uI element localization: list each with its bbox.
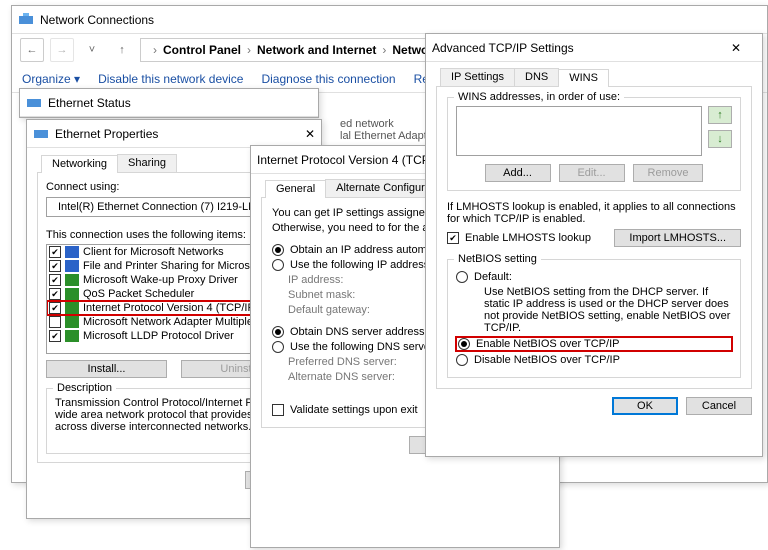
ethernet-status-title: Ethernet Status bbox=[48, 96, 131, 110]
tab-dns[interactable]: DNS bbox=[514, 68, 559, 86]
ethernet-status-window: Ethernet Status bbox=[19, 88, 319, 118]
diagnose-button[interactable]: Diagnose this connection bbox=[261, 72, 395, 86]
wins-addresses-label: WINS addresses, in order of use: bbox=[454, 91, 624, 103]
checkbox-icon[interactable]: ✔ bbox=[49, 302, 61, 314]
netbios-disable-radio[interactable]: Disable NetBIOS over TCP/IP bbox=[456, 354, 732, 366]
adapter-name: Intel(R) Ethernet Connection (7) I219-LM bbox=[58, 201, 257, 213]
radio-icon bbox=[272, 341, 284, 353]
breadcrumb-item[interactable]: Network and Internet bbox=[257, 43, 376, 57]
advanced-title: Advanced TCP/IP Settings bbox=[432, 41, 574, 55]
ethernet-props-title: Ethernet Properties bbox=[55, 127, 158, 141]
netbios-legend: NetBIOS setting bbox=[454, 253, 541, 265]
subnet-label: Subnet mask: bbox=[288, 289, 408, 301]
organize-menu[interactable]: Organize ▾ bbox=[22, 72, 80, 86]
radio-icon bbox=[272, 259, 284, 271]
wins-list[interactable] bbox=[456, 106, 702, 156]
advanced-tcpip-window: Advanced TCP/IP Settings ✕ IP Settings D… bbox=[425, 33, 763, 457]
checkbox-icon[interactable]: ✔ bbox=[49, 288, 61, 300]
network-icon bbox=[33, 126, 49, 142]
history-dropdown[interactable]: ˅ bbox=[80, 38, 104, 62]
netbios-default-desc: Use NetBIOS setting from the DHCP server… bbox=[456, 286, 732, 334]
netbios-default-radio[interactable]: Default: bbox=[456, 271, 732, 283]
validate-checkbox[interactable]: Validate settings upon exit bbox=[272, 404, 418, 416]
cancel-button[interactable]: Cancel bbox=[686, 397, 752, 415]
breadcrumb-item[interactable]: Control Panel bbox=[163, 43, 241, 57]
component-icon bbox=[65, 302, 79, 314]
remove-button: Remove bbox=[633, 164, 704, 182]
move-up-button[interactable]: ↑ bbox=[708, 106, 732, 124]
component-icon bbox=[65, 330, 79, 342]
up-button[interactable]: ↑ bbox=[110, 38, 134, 62]
checkbox-icon[interactable]: ✔ bbox=[49, 246, 61, 258]
ethernet-status-titlebar: Ethernet Status bbox=[20, 89, 318, 117]
tab-general[interactable]: General bbox=[265, 180, 326, 198]
tab-ip-settings[interactable]: IP Settings bbox=[440, 68, 515, 86]
close-icon[interactable]: ✕ bbox=[305, 127, 315, 141]
disable-device-button[interactable]: Disable this network device bbox=[98, 72, 243, 86]
ok-button[interactable]: OK bbox=[612, 397, 678, 415]
import-lmhosts-button[interactable]: Import LMHOSTS... bbox=[614, 229, 741, 247]
component-icon bbox=[65, 274, 79, 286]
radio-icon bbox=[458, 338, 470, 350]
checkbox-icon[interactable]: ✔ bbox=[49, 260, 61, 272]
list-item-label: Microsoft LLDP Protocol Driver bbox=[83, 330, 234, 342]
checkbox-icon[interactable]: ✔ bbox=[49, 274, 61, 286]
checkbox-icon[interactable] bbox=[49, 316, 61, 328]
advanced-tabset: IP Settings DNS WINS bbox=[436, 68, 752, 87]
radio-icon bbox=[456, 354, 468, 366]
bg-adapter-text: ed network lal Ethernet Adapter bbox=[340, 118, 437, 142]
chevron-right-icon: › bbox=[247, 43, 251, 57]
radio-icon bbox=[272, 326, 284, 338]
enable-lmhosts-checkbox[interactable]: ✔Enable LMHOSTS lookup bbox=[447, 232, 591, 244]
install-button[interactable]: Install... bbox=[46, 360, 167, 378]
netbios-enable-radio[interactable]: Enable NetBIOS over TCP/IP bbox=[456, 337, 732, 351]
list-item-label: Internet Protocol Version 4 (TCP/IPv4) bbox=[83, 302, 270, 314]
back-button[interactable]: ← bbox=[20, 38, 44, 62]
explorer-title: Network Connections bbox=[40, 13, 154, 27]
network-icon bbox=[26, 95, 42, 111]
radio-icon bbox=[272, 244, 284, 256]
tab-networking[interactable]: Networking bbox=[41, 155, 118, 173]
pref-dns-label: Preferred DNS server: bbox=[288, 356, 428, 368]
edit-button: Edit... bbox=[559, 164, 625, 182]
forward-button[interactable]: → bbox=[50, 38, 74, 62]
ethernet-props-titlebar: Ethernet Properties ✕ bbox=[27, 120, 321, 148]
network-icon bbox=[18, 12, 34, 28]
explorer-titlebar: Network Connections bbox=[12, 6, 767, 34]
advanced-titlebar: Advanced TCP/IP Settings ✕ bbox=[426, 34, 762, 62]
close-icon[interactable]: ✕ bbox=[716, 34, 756, 61]
chevron-right-icon: › bbox=[153, 43, 157, 57]
alt-dns-label: Alternate DNS server: bbox=[288, 371, 428, 383]
component-icon bbox=[65, 288, 79, 300]
add-button[interactable]: Add... bbox=[485, 164, 551, 182]
checkbox-icon bbox=[272, 404, 284, 416]
radio-icon bbox=[456, 271, 468, 283]
description-legend: Description bbox=[53, 382, 116, 394]
checkbox-icon: ✔ bbox=[447, 232, 459, 244]
chevron-right-icon: › bbox=[382, 43, 386, 57]
list-item-label: QoS Packet Scheduler bbox=[83, 288, 194, 300]
component-icon bbox=[65, 316, 79, 328]
ip-address-label: IP address: bbox=[288, 274, 408, 286]
tab-wins[interactable]: WINS bbox=[558, 69, 609, 87]
component-icon bbox=[65, 246, 79, 258]
gateway-label: Default gateway: bbox=[288, 304, 408, 316]
list-item-label: Microsoft Wake-up Proxy Driver bbox=[83, 274, 238, 286]
move-down-button[interactable]: ↓ bbox=[708, 130, 732, 148]
list-item-label: Client for Microsoft Networks bbox=[83, 246, 224, 258]
tab-sharing[interactable]: Sharing bbox=[117, 154, 177, 172]
component-icon bbox=[65, 260, 79, 272]
checkbox-icon[interactable]: ✔ bbox=[49, 330, 61, 342]
lmhosts-description: If LMHOSTS lookup is enabled, it applies… bbox=[447, 201, 741, 225]
